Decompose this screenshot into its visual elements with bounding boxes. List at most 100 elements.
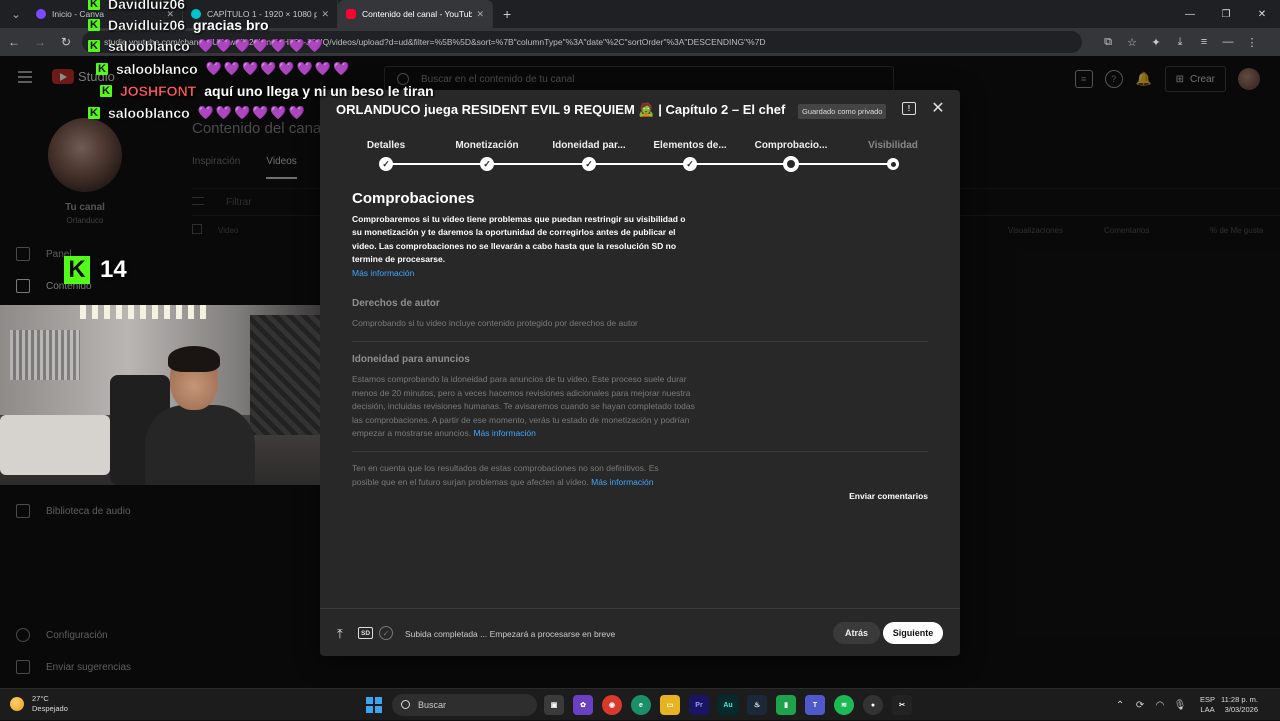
ad-suitability-text: Estamos comprobando la idoneidad para an… [352,373,707,440]
chat-text: aquí uno llega y ni un beso le tiran [204,83,434,99]
webcam-shelf [10,330,80,380]
webcam-string-lights [80,305,210,319]
close-icon[interactable]: ✕ [476,9,484,20]
purple-heart-emotes: 💜💜💜💜💜💜💜 [197,38,325,53]
tab-youtube-studio[interactable]: Contenido del canal - YouTube ✕ [338,0,493,28]
maximize-icon[interactable]: ❐ [1208,0,1244,28]
more-info-link[interactable]: Más información [591,477,653,487]
copilot-icon[interactable]: ✿ [573,695,593,715]
more-info-link[interactable]: Más información [473,428,535,438]
upload-dialog: ORLANDUCO juega RESIDENT EVIL 9 REQUIEM … [320,90,960,656]
weather-text: 27°C Despejado [32,694,68,714]
copyright-title: Derechos de autor [352,298,440,310]
close-dialog-icon[interactable]: ✕ [930,98,946,118]
sync-icon[interactable]: ⟳ [1130,695,1150,715]
edge-icon[interactable]: e [631,695,651,715]
webcam-streamer [145,346,255,485]
check-icon: ✓ [480,157,494,171]
future-step-dot-icon [887,158,899,170]
checks-description: Comprobaremos si tu video tiene problema… [352,213,692,280]
chat-message: K salooblanco 💜💜💜💜💜💜💜💜 [96,61,351,77]
spotify-icon[interactable]: ≋ [834,695,854,715]
chrome-icon[interactable]: ◉ [602,695,622,715]
windows-taskbar: 27°C Despejado Buscar ▣ ✿ ◉ e ▭ Pr Au ♨ … [0,688,1280,720]
youtube-favicon-icon [346,9,356,19]
capcut-icon[interactable]: ✂ [892,695,912,715]
menu-dash-icon[interactable]: — [1220,34,1236,50]
bookmark-star-icon[interactable]: ☆ [1124,34,1140,50]
close-window-icon[interactable]: ✕ [1244,0,1280,28]
webcam-overlay [0,305,320,485]
viewer-count-overlay: K 14 [64,256,127,284]
canva-favicon-icon [36,9,46,19]
steam-icon[interactable]: ♨ [747,695,767,715]
file-explorer-icon[interactable]: ▭ [660,695,680,715]
minimize-icon[interactable]: — [1172,0,1208,28]
more-info-link[interactable]: Más información [352,268,414,278]
wifi-icon[interactable]: ◠ [1150,695,1170,715]
taskbar-search[interactable]: Buscar [392,694,537,716]
purple-heart-emotes: 💜💜💜💜💜💜 [197,105,307,120]
tab-title: Contenido del canal - YouTube [362,9,473,19]
chat-username: Davidluiz06 [108,17,186,33]
chat-message: K salooblanco 💜💜💜💜💜💜 [88,105,307,121]
step-video-elements[interactable]: Elementos de... [645,140,735,151]
step-visibility[interactable]: Visibilidad [848,140,938,151]
forward-arrow-icon[interactable]: → [28,30,52,54]
step-ad-suitability[interactable]: Idoneidad par... [544,140,634,151]
chat-message: K Davidluiz06 [88,0,185,12]
chat-username: salooblanco [108,38,190,54]
download-icon[interactable]: ⤓ [1172,34,1188,50]
check-icon: ✓ [379,157,393,171]
obs-icon[interactable]: ● [863,695,883,715]
copyright-text: Comprobando si tu video incluye contenid… [352,318,638,329]
extensions-icon[interactable]: ✦ [1148,34,1164,50]
weather-widget[interactable]: 27°C Despejado [10,694,68,714]
audition-icon[interactable]: Au [718,695,738,715]
reload-icon[interactable]: ↻ [54,30,78,54]
checks-status-icon: ✓ [379,626,393,640]
microphone-icon[interactable]: 🎙 [1170,695,1190,715]
check-icon: ✓ [683,157,697,171]
chat-message: K Davidluiz06 gracias bro [88,17,269,33]
system-tray: ⌃ ⟳ ◠ 🎙 ESP LAA 11:28 p. m. 3/03/2026 [1110,689,1280,721]
close-icon[interactable]: ✕ [321,9,329,20]
send-feedback-link[interactable]: Enviar comentarios [849,491,928,501]
chat-message: K JOSHFONT aquí uno llega y ni un beso l… [100,83,434,99]
premiere-icon[interactable]: Pr [689,695,709,715]
current-step-dot-icon [783,156,799,172]
viewer-count: 14 [100,256,127,283]
media-controls-icon[interactable]: ≡ [1196,34,1212,50]
teams-icon[interactable]: T [805,695,825,715]
checks-note: Ten en cuenta que los resultados de esta… [352,462,672,489]
step-checks[interactable]: Comprobacio... [746,140,836,151]
step-details[interactable]: Detalles [341,140,431,151]
checks-title: Comprobaciones [352,190,475,207]
tab-search-chevron-icon[interactable]: ⌄ [4,4,28,24]
new-tab-button[interactable]: + [503,6,511,22]
system-clock[interactable]: 11:28 p. m. 3/03/2026 [1221,695,1258,715]
chat-text: gracias bro [193,17,269,33]
green-app-icon[interactable]: ▮ [776,695,796,715]
keyboard-layout: LAA [1200,705,1215,714]
step-monetization[interactable]: Monetización [442,140,532,151]
purple-heart-emotes: 💜💜💜💜💜💜💜💜 [205,61,352,76]
translate-icon[interactable]: ⧉ [1100,34,1116,50]
task-view-icon[interactable]: ▣ [544,695,564,715]
report-icon[interactable]: ! [902,102,916,115]
chevron-up-icon[interactable]: ⌃ [1110,695,1130,715]
browser-menu-icon[interactable]: ⋮ [1244,34,1260,50]
kick-badge-icon: K [88,107,100,119]
back-arrow-icon[interactable]: ← [2,30,26,54]
webcam-sofa [0,415,110,475]
windows-start-icon[interactable] [366,697,382,713]
kick-badge-icon: K [100,85,112,97]
taskbar-apps: ▣ ✿ ◉ e ▭ Pr Au ♨ ▮ T ≋ ● ✂ [544,695,912,715]
back-button[interactable]: Atrás [833,622,881,644]
checks-description-text: Comprobaremos si tu video tiene problema… [352,214,686,265]
dialog-footer: ⤒ SD ✓ Subida completada ... Empezará a … [320,608,960,656]
next-button[interactable]: Siguiente [883,622,943,644]
chat-username: salooblanco [108,105,190,121]
language-code: ESP [1200,695,1216,704]
input-language[interactable]: ESP LAA [1200,695,1215,715]
